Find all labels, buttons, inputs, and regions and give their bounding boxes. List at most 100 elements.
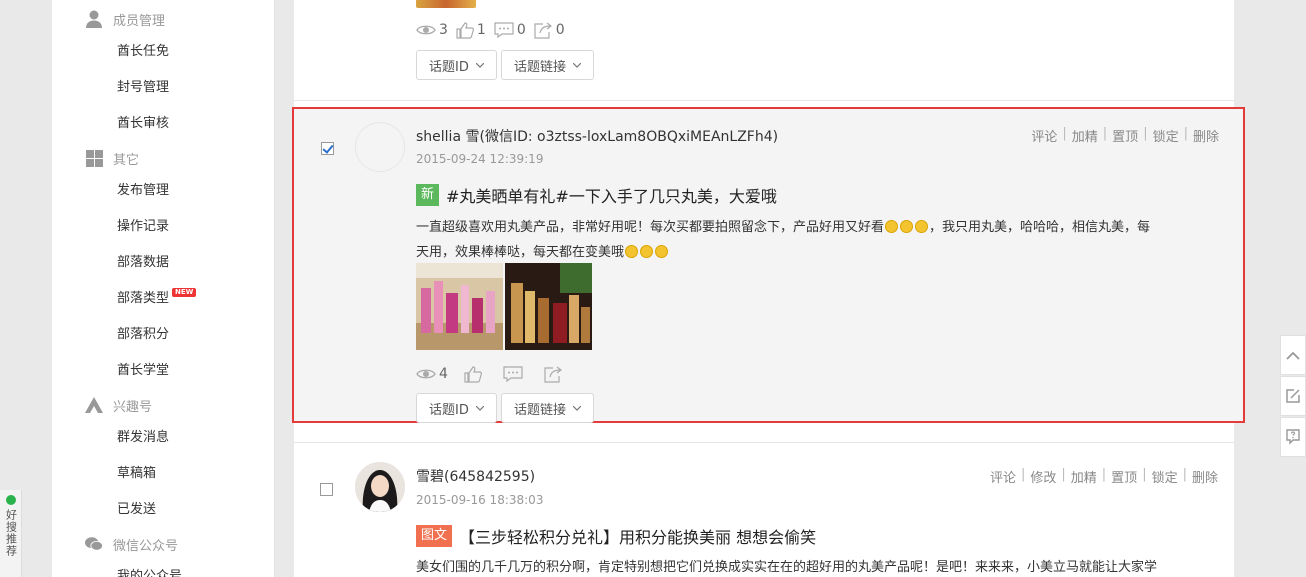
post-actions: 评论 | 修改 | 加精 | 置顶 | 锁定 | 删除 <box>989 467 1218 486</box>
chevron-down-icon <box>475 405 484 411</box>
comment-button[interactable]: 0 <box>494 22 526 38</box>
emoji-icon <box>625 245 639 258</box>
sidebar-item-ban-manage[interactable]: 封号管理 <box>117 79 169 97</box>
thumb-up-icon <box>464 365 482 383</box>
eye-icon <box>416 25 436 35</box>
chevron-down-icon <box>573 62 582 68</box>
post-actions: 评论 | 加精 | 置顶 | 锁定 | 删除 <box>1031 126 1219 145</box>
emoji-icon <box>655 245 669 258</box>
section-label: 成员管理 <box>113 13 166 29</box>
emoji-icon <box>640 245 654 258</box>
pin-action[interactable]: 置顶 <box>1111 467 1137 486</box>
post-title[interactable]: 【三步轻松积分兑礼】用积分能换美丽 想想会偷笑 <box>459 524 816 548</box>
post-time: 2015-09-24 12:39:19 <box>416 152 544 166</box>
sidebar-section-members: 成员管理 <box>85 8 165 30</box>
grid-icon <box>85 149 103 167</box>
share-icon <box>544 366 562 383</box>
delete-action[interactable]: 删除 <box>1192 467 1218 486</box>
sidebar-item-mass-message[interactable]: 群发消息 <box>117 429 169 447</box>
interest-icon <box>85 396 103 414</box>
post-stats: 4 <box>416 364 574 384</box>
help-icon <box>1286 429 1300 445</box>
chevron-up-icon <box>1286 351 1300 360</box>
edit-action[interactable]: 修改 <box>1030 467 1056 486</box>
sidebar-item-operation-log[interactable]: 操作记录 <box>117 218 169 236</box>
comment-icon <box>494 22 514 38</box>
post-image-thumb[interactable] <box>416 0 476 8</box>
emoji-icon <box>885 220 899 233</box>
delete-action[interactable]: 删除 <box>1193 126 1219 145</box>
user-icon <box>85 10 103 28</box>
comment-action[interactable]: 评论 <box>1031 126 1057 145</box>
sidebar-item-my-accounts[interactable]: 我的公众号 <box>117 568 182 577</box>
sidebar-section-wechat: 微信公众号 <box>85 533 178 555</box>
sidebar-item-chief-appoint[interactable]: 酋长任免 <box>117 43 169 61</box>
emoji-icon <box>915 220 929 233</box>
sidebar-item-publish-manage[interactable]: 发布管理 <box>117 182 169 200</box>
lock-action[interactable]: 锁定 <box>1152 467 1178 486</box>
sidebar-item-tribe-type[interactable]: 部落类型 NEW <box>117 288 197 308</box>
lock-action[interactable]: 锁定 <box>1153 126 1179 145</box>
like-button[interactable]: 1 <box>456 21 486 39</box>
eye-icon <box>416 369 436 379</box>
sidebar-item-tribe-points[interactable]: 部落积分 <box>117 326 169 344</box>
edit-icon <box>1286 389 1300 403</box>
sidebar-item-drafts[interactable]: 草稿箱 <box>117 465 156 483</box>
sidebar-item-sent[interactable]: 已发送 <box>117 501 156 519</box>
pin-action[interactable]: 置顶 <box>1112 126 1138 145</box>
comment-action[interactable]: 评论 <box>990 467 1016 486</box>
thumb-up-icon <box>456 21 474 39</box>
sidebar-item-tribe-data[interactable]: 部落数据 <box>117 254 169 272</box>
post-select-checkbox[interactable] <box>320 483 333 496</box>
sidebar: 成员管理 酋长任免 封号管理 酋长审核 其它 发布管理 操作记录 部落数据 部落… <box>52 0 275 577</box>
topic-link-dropdown[interactable]: 话题链接 <box>501 50 595 80</box>
selected-post[interactable]: shellia 雪(微信ID: o3ztss-loxLam8OBQxiMEAnL… <box>292 107 1245 423</box>
chevron-down-icon <box>475 62 484 68</box>
post-author[interactable]: shellia 雪(微信ID: o3ztss-loxLam8OBQxiMEAnL… <box>416 126 778 146</box>
section-label: 兴趣号 <box>113 399 153 415</box>
post-content-text: ，我只用丸美，哈哈哈，相信丸美，每 <box>929 220 1151 235</box>
status-dot-icon <box>5 495 16 505</box>
share-button[interactable]: 0 <box>534 22 565 39</box>
topic-id-dropdown[interactable]: 话题ID <box>416 50 497 80</box>
haosou-recommend-tab[interactable]: 好搜推荐 <box>0 490 22 577</box>
avatar[interactable] <box>355 462 405 512</box>
post-title-row: 图文 【三步轻松积分兑礼】用积分能换美丽 想想会偷笑 <box>416 524 816 548</box>
sidebar-section-interest: 兴趣号 <box>85 394 152 416</box>
post-author[interactable]: 雪碧(645842595) <box>416 466 535 486</box>
comment-button[interactable] <box>503 366 526 382</box>
sidebar-section-other: 其它 <box>85 147 139 169</box>
topic-link-dropdown[interactable]: 话题链接 <box>501 393 595 423</box>
new-badge: NEW <box>172 288 197 297</box>
avatar[interactable] <box>355 122 405 172</box>
sidebar-item-chief-review[interactable]: 酋长审核 <box>117 115 169 133</box>
post-content: 美女们围的几千几万的积分啊，肯定特别想把它们兑换成实实在在的超好用的丸美产品呢！… <box>416 560 1158 575</box>
divider <box>294 442 1234 443</box>
feature-action[interactable]: 加精 <box>1071 467 1097 486</box>
share-button[interactable] <box>544 366 566 383</box>
chevron-down-icon <box>573 405 582 411</box>
post-time: 2015-09-16 18:38:03 <box>416 493 544 507</box>
topic-id-dropdown[interactable]: 话题ID <box>416 393 497 423</box>
section-label: 微信公众号 <box>113 538 179 554</box>
sidebar-item-label: 部落类型 <box>117 291 170 306</box>
like-button[interactable] <box>464 365 485 383</box>
post-image[interactable] <box>505 263 592 350</box>
divider <box>294 100 1234 101</box>
post-image[interactable] <box>416 263 503 350</box>
post-content-text: 天用，效果棒棒哒，每天都在变美哦 <box>416 245 625 260</box>
views-stat: 4 <box>416 366 448 382</box>
sidebar-item-chief-school[interactable]: 酋长学堂 <box>117 362 169 380</box>
post-title[interactable]: #丸美晒单有礼#一下入手了几只丸美，大爱哦 <box>446 183 777 207</box>
post-title-row: 新 #丸美晒单有礼#一下入手了几只丸美，大爱哦 <box>416 183 777 207</box>
haosou-label: 好搜推荐 <box>4 509 18 557</box>
post-content-text: 一直超级喜欢用丸美产品，非常好用呢！每次买都要拍照留念下，产品好用又好看 <box>416 220 885 235</box>
help-button[interactable] <box>1280 417 1306 457</box>
post-stats: 3 1 0 0 <box>416 20 573 40</box>
back-to-top-button[interactable] <box>1280 335 1306 375</box>
post-select-checkbox[interactable] <box>321 142 334 155</box>
feature-action[interactable]: 加精 <box>1072 126 1098 145</box>
views-stat: 3 <box>416 22 448 38</box>
share-icon <box>534 22 552 39</box>
feedback-button[interactable] <box>1280 376 1306 416</box>
